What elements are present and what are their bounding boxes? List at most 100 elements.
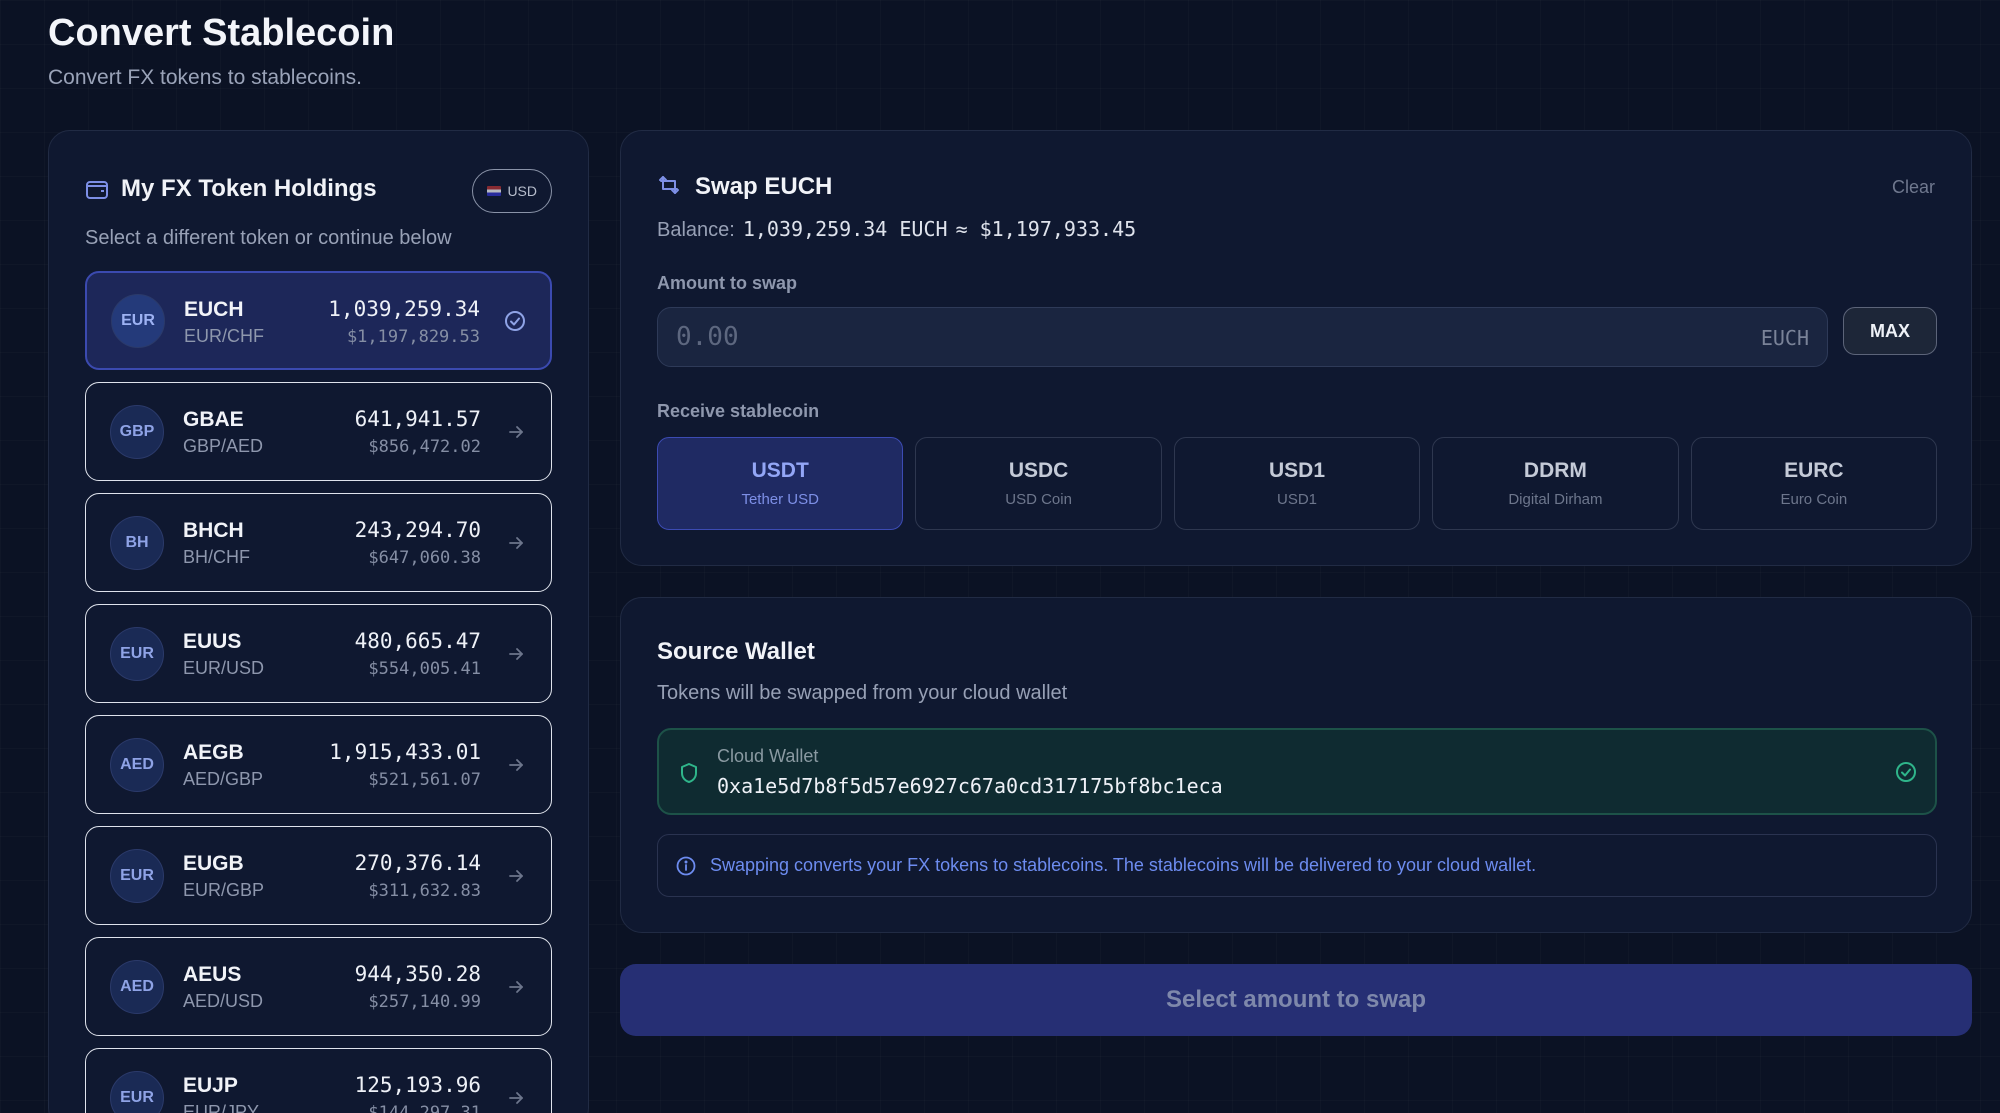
token-pair: BH/CHF (183, 547, 250, 567)
shield-icon (679, 762, 699, 789)
stablecoin-name: USD1 (1277, 491, 1318, 508)
token-card-aegb[interactable]: AED AEGB AED/GBP 1,915,433.01 $521,561.07 (85, 715, 552, 814)
stablecoin-symbol: DDRM (1523, 459, 1587, 482)
holdings-panel: My FX Token Holdings USD Select a differ… (48, 130, 589, 1113)
source-wallet-title: Source Wallet (657, 638, 815, 665)
arrow-right-icon (505, 976, 527, 998)
token-list: EUR EUCH EUR/CHF 1,039,259.34 $1,197,829.53 G… (85, 271, 552, 1113)
token-symbol: EUGB (183, 852, 244, 875)
token-badge: GBP (110, 404, 164, 459)
token-symbol: EUJP (183, 1074, 238, 1097)
token-amount: 125,193.96 (354, 1073, 481, 1097)
token-badge: EUR (110, 626, 164, 681)
cloud-wallet-label: Cloud Wallet (717, 746, 819, 766)
arrow-right-icon (505, 754, 527, 776)
stablecoin-name: Tether USD (741, 491, 819, 508)
stablecoin-name: Digital Dirham (1508, 491, 1603, 508)
swap-header: Swap EUCH (657, 173, 832, 201)
currency-toggle-label: USD (507, 183, 537, 199)
stablecoin-options: USDT Tether USD USDC USD Coin USD1 USD1 DDRM Di… (657, 437, 1938, 530)
page-title: Convert Stablecoin (48, 12, 395, 54)
token-card-bhch[interactable]: BH BHCH BH/CHF 243,294.70 $647,060.38 (85, 493, 552, 592)
token-badge: BH (110, 515, 164, 570)
token-amount: 641,941.57 (354, 407, 481, 431)
stablecoin-option-ddrm[interactable]: DDRM Digital Dirham (1432, 437, 1679, 530)
token-badge: EUR (110, 848, 164, 903)
token-badge: EUR (110, 1070, 164, 1113)
amount-unit: EUCH (1760, 326, 1809, 350)
stablecoin-symbol: USD1 (1269, 459, 1326, 482)
arrow-right-icon (505, 1087, 527, 1109)
balance-label: Balance: (657, 219, 735, 241)
stablecoin-name: USD Coin (1005, 491, 1072, 508)
currency-toggle-button[interactable]: USD (472, 169, 552, 213)
token-symbol: AEUS (183, 963, 242, 986)
token-amount: 243,294.70 (354, 518, 481, 542)
token-amount: 1,915,433.01 (329, 740, 481, 764)
token-pair: AED/USD (183, 991, 264, 1011)
token-card-eujp[interactable]: EUR EUJP EUR/JPY 125,193.96 $144,297.31 (85, 1048, 552, 1113)
holdings-header: My FX Token Holdings (85, 175, 377, 203)
submit-swap-button[interactable]: Select amount to swap (620, 964, 1972, 1036)
us-flag-icon (487, 186, 502, 196)
arrow-right-icon (505, 421, 527, 443)
token-card-euus[interactable]: EUR EUUS EUR/USD 480,665.47 $554,005.41 (85, 604, 552, 703)
balance-amount: 1,039,259.34 EUCH (742, 217, 948, 241)
arrow-right-icon (505, 532, 527, 554)
stablecoin-option-usd1[interactable]: USD1 USD1 (1173, 437, 1421, 530)
token-card-aeus[interactable]: AED AEUS AED/USD 944,350.28 $257,140.99 (85, 937, 552, 1036)
token-card-gbae[interactable]: GBP GBAE GBP/AED 641,941.57 $856,472.02 (85, 382, 552, 481)
swap-arrows-icon (657, 174, 681, 201)
source-wallet-subtitle: Tokens will be swapped from your cloud w… (657, 682, 1068, 704)
max-button[interactable]: MAX (1843, 307, 1937, 355)
token-pair: AED/GBP (183, 769, 264, 789)
token-pair: EUR/JPY (183, 1102, 260, 1113)
balance-usd: ≈ $1,197,933.45 (955, 217, 1137, 241)
token-pair: EUR/USD (183, 658, 265, 678)
cloud-wallet-card[interactable]: Cloud Wallet 0xa1e5d7b8f5d57e6927c67a0cd… (657, 728, 1937, 815)
stablecoin-option-usdt[interactable]: USDT Tether USD (657, 437, 904, 530)
amount-label: Amount to swap (657, 273, 797, 293)
token-amount: 480,665.47 (354, 629, 481, 653)
token-amount: 944,350.28 (354, 962, 481, 986)
token-symbol: BHCH (183, 519, 244, 542)
token-usd-value: $856,472.02 (368, 437, 481, 457)
token-pair: EUR/GBP (183, 880, 265, 900)
arrow-right-icon (505, 643, 527, 665)
clear-button[interactable]: Clear (1892, 177, 1935, 198)
holdings-title: My FX Token Holdings (121, 175, 377, 202)
info-text: Swapping converts your FX tokens to stab… (710, 855, 1537, 875)
token-usd-value: $144,297.31 (368, 1103, 481, 1113)
token-symbol: EUUS (183, 630, 242, 653)
source-wallet-panel: Source Wallet Tokens will be swapped fro… (620, 597, 1972, 933)
token-usd-value: $311,632.83 (368, 881, 481, 901)
amount-input[interactable] (658, 308, 1827, 366)
balance-line: Balance: 1,039,259.34 EUCH ≈ $1,197,933.… (657, 217, 1136, 242)
wallet-icon (85, 178, 109, 200)
receive-label: Receive stablecoin (657, 401, 820, 421)
check-circle-icon (504, 310, 526, 332)
token-badge: AED (110, 959, 164, 1014)
stablecoin-option-usdc[interactable]: USDC USD Coin (915, 437, 1162, 530)
token-symbol: EUCH (184, 298, 244, 321)
token-symbol: AEGB (183, 741, 244, 764)
token-pair: GBP/AED (183, 436, 264, 456)
stablecoin-symbol: EURC (1784, 459, 1844, 482)
amount-input-wrap: EUCH (657, 307, 1828, 367)
token-usd-value: $1,197,829.53 (346, 327, 480, 347)
stablecoin-name: Euro Coin (1780, 491, 1848, 508)
swap-panel: Swap EUCH Clear Balance: 1,039,259.34 EU… (620, 130, 1972, 566)
token-usd-value: $647,060.38 (368, 548, 481, 568)
page-subtitle: Convert FX tokens to stablecoins. (48, 66, 362, 89)
wallet-address: 0xa1e5d7b8f5d57e6927c67a0cd317175bf8bc1e… (717, 774, 1223, 798)
holdings-hint: Select a different token or continue bel… (85, 227, 452, 249)
token-badge: EUR (111, 293, 165, 348)
token-card-eugb[interactable]: EUR EUGB EUR/GBP 270,376.14 $311,632.83 (85, 826, 552, 925)
token-amount: 270,376.14 (354, 851, 481, 875)
token-usd-value: $521,561.07 (368, 770, 481, 790)
token-card-euch[interactable]: EUR EUCH EUR/CHF 1,039,259.34 $1,197,829.53 (85, 271, 552, 370)
arrow-right-icon (505, 865, 527, 887)
stablecoin-option-eurc[interactable]: EURC Euro Coin (1690, 437, 1938, 530)
check-circle-icon (1895, 761, 1917, 788)
token-usd-value: $554,005.41 (368, 659, 481, 679)
